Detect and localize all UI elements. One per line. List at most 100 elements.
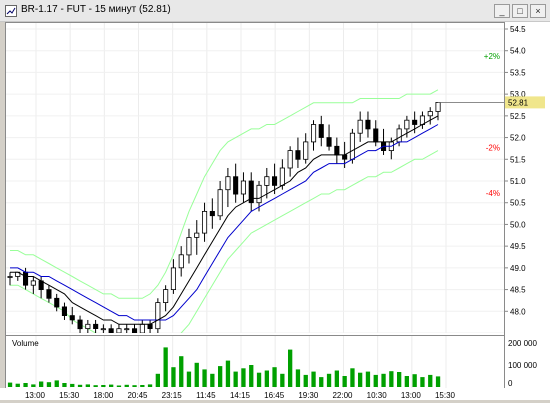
candle-body [194, 232, 200, 238]
volume-bar [202, 369, 207, 387]
candle-body [108, 328, 114, 333]
last-price-label: 52.81 [508, 98, 529, 107]
candle-body [342, 154, 348, 160]
candle-body [170, 267, 177, 290]
time-axis: 13:00 15:30 18:00 20:45 23:15 11:45 14:15 16:45… [0, 388, 550, 400]
volume-bar [54, 380, 59, 387]
volume-bar [46, 382, 52, 387]
volume-bar [101, 385, 106, 387]
band-upper-line [10, 89, 439, 299]
volume-bar [7, 382, 13, 387]
candle-body [412, 119, 418, 125]
volume-bar [93, 385, 98, 387]
close-button[interactable]: × [530, 4, 546, 18]
candle-body [69, 315, 75, 321]
volume-axis-label: 100 000 [508, 361, 537, 370]
candle-body [264, 176, 270, 186]
volume-bar [342, 376, 347, 387]
candle-body [116, 328, 122, 333]
time-axis-label: 13:00 [25, 391, 46, 400]
volume-bar [241, 368, 246, 387]
percent-label: +2% [484, 52, 500, 61]
volume-bar [311, 371, 316, 387]
volume-bar [124, 384, 129, 387]
candle-body [147, 323, 153, 329]
volume-bar [303, 374, 308, 387]
candle-body [349, 132, 355, 160]
volume-bar [218, 366, 223, 387]
candle-body [240, 180, 247, 195]
candle-body [427, 111, 433, 117]
volume-bar [132, 385, 137, 387]
volume-bar [233, 371, 238, 387]
candle-body [201, 210, 208, 234]
volume-axis-label: 200 000 [508, 339, 537, 348]
volume-bar [295, 369, 301, 387]
volume-bar [194, 362, 199, 387]
window-title: BR-1.17 - FUT - 15 минут (52.81) [21, 4, 171, 15]
candle-body [54, 297, 60, 308]
time-axis-label: 15:30 [435, 391, 456, 400]
volume-bar [272, 367, 277, 387]
band-lower-line [10, 150, 439, 333]
candle-body [85, 323, 91, 329]
candle-body [365, 119, 371, 130]
volume-bar [109, 384, 114, 387]
volume-bar [31, 384, 36, 387]
price-axis-label: 49.5 [510, 242, 526, 251]
time-axis-label: 23:15 [162, 391, 183, 400]
candle-body [373, 128, 379, 143]
candle-body [287, 150, 293, 169]
volume-bar [365, 371, 371, 387]
volume-bar [171, 367, 176, 387]
price-axis-label: 54.0 [510, 47, 526, 56]
candle-body [30, 280, 36, 286]
candle-body [209, 210, 215, 217]
price-axis-label: 52.0 [510, 134, 526, 143]
minimize-button[interactable]: _ [494, 4, 510, 18]
candle-body [396, 128, 402, 143]
price-axis-label: 54.5 [510, 25, 526, 34]
candle-body [7, 276, 13, 278]
candle-body [178, 254, 184, 269]
volume-bar [85, 384, 90, 387]
volume-bar [334, 370, 339, 387]
maximize-button[interactable]: □ [512, 4, 528, 18]
candle-body [326, 137, 332, 147]
volume-bar [225, 360, 231, 387]
volume-bar [249, 365, 254, 387]
price-axis-label: 51.5 [510, 155, 526, 164]
title-bar[interactable]: BR-1.17 - FUT - 15 минут (52.81) _ □ × [0, 0, 550, 22]
volume-chart[interactable]: Volume [6, 335, 504, 389]
chart-window: BR-1.17 - FUT - 15 минут (52.81) _ □ × +… [0, 0, 550, 400]
volume-bar [397, 372, 402, 387]
price-axis-label: 51.0 [510, 177, 526, 186]
volume-bar [186, 371, 192, 387]
volume-bar [381, 373, 386, 387]
candle-body [295, 150, 301, 160]
volume-bar [280, 373, 285, 387]
price-axis-labels: 54.554.053.553.052.552.051.551.050.550.0… [505, 25, 545, 388]
time-axis-label: 10:30 [367, 391, 388, 400]
candle-body [310, 124, 317, 143]
percent-label: -4% [486, 189, 500, 198]
volume-bar [435, 376, 441, 387]
time-axis-labels: 13:00 15:30 18:00 20:45 23:15 11:45 14:15 16:45… [25, 391, 456, 400]
candle-body [93, 323, 99, 329]
volume-bar [70, 383, 75, 387]
candle-body [22, 271, 29, 286]
price-chart[interactable]: +2% -2% -4% [6, 23, 504, 333]
candle-body [318, 124, 324, 138]
volume-bar [140, 385, 145, 387]
volume-bar [288, 349, 293, 387]
candle-body [155, 302, 161, 330]
volume-bar [389, 371, 394, 387]
plot-area[interactable]: +2% -2% -4% Volume [5, 22, 505, 390]
ma-fast-line [10, 115, 439, 325]
time-axis-label: 20:45 [127, 391, 148, 400]
candle-body [139, 323, 145, 333]
time-axis-label: 15:30 [59, 391, 80, 400]
candle-body [279, 167, 285, 186]
volume-bar [62, 383, 67, 387]
volume-label: Volume [12, 339, 39, 348]
